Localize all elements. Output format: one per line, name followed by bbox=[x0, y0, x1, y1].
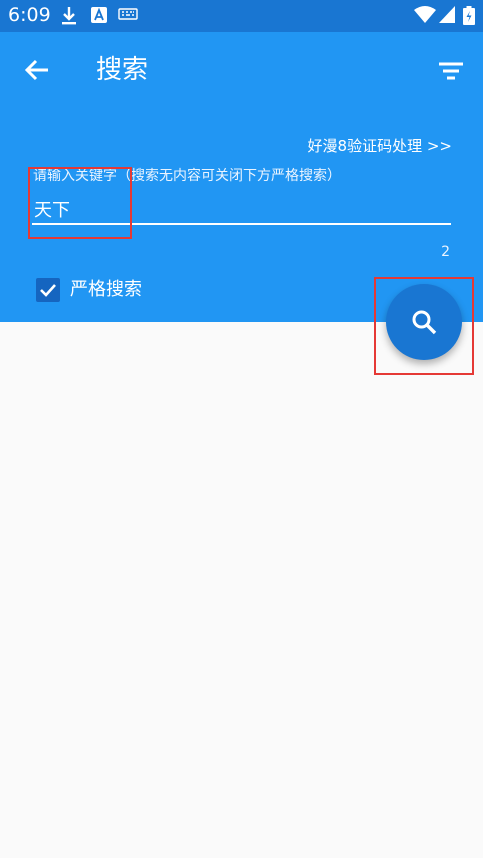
download-icon bbox=[60, 6, 78, 30]
input-highlight-box bbox=[28, 167, 132, 239]
status-bar: 6:09 bbox=[0, 0, 483, 32]
strict-search-checkbox[interactable] bbox=[36, 278, 60, 302]
battery-icon bbox=[463, 6, 475, 30]
arrow-left-icon bbox=[24, 59, 48, 81]
page-title: 搜索 bbox=[96, 55, 149, 85]
strict-search-label[interactable]: 严格搜索 bbox=[70, 277, 142, 303]
signal-icon bbox=[439, 6, 455, 28]
fab-highlight-box bbox=[374, 277, 474, 375]
check-icon bbox=[40, 284, 56, 297]
filter-icon bbox=[439, 62, 463, 80]
wifi-icon bbox=[414, 6, 436, 28]
char-counter: 2 bbox=[441, 244, 450, 260]
filter-button[interactable] bbox=[434, 54, 468, 88]
status-time: 6:09 bbox=[8, 4, 51, 26]
a-icon bbox=[91, 6, 107, 28]
captcha-help-link[interactable]: 好漫8验证码处理 >> bbox=[308, 136, 452, 156]
keyboard-icon bbox=[118, 6, 138, 26]
back-button[interactable] bbox=[20, 52, 56, 88]
